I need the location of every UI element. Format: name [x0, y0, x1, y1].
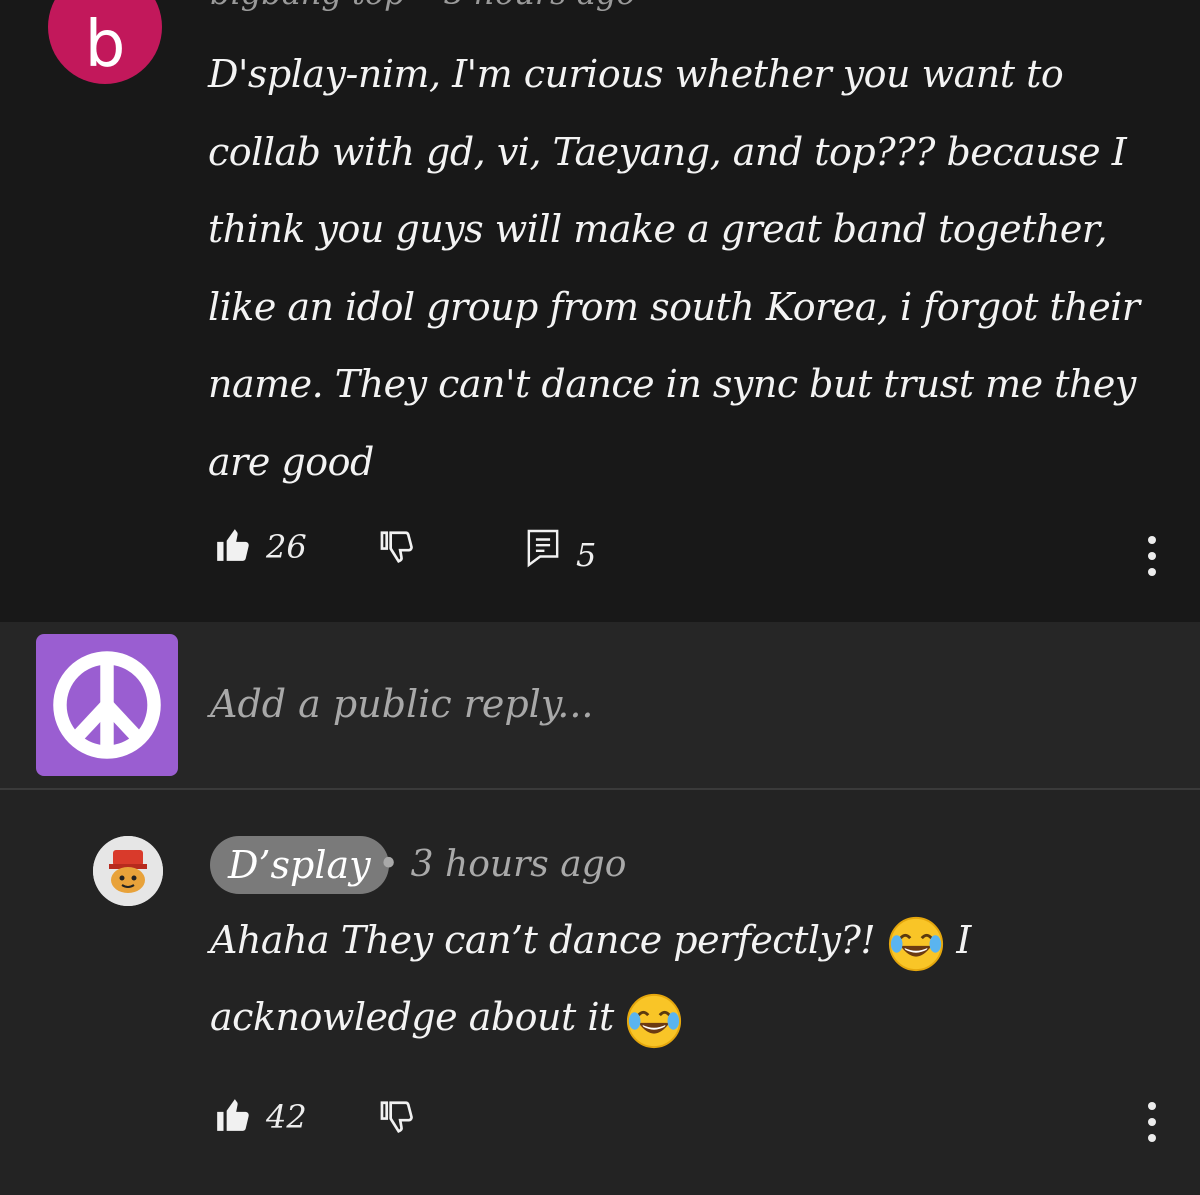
thumbs-up-icon [214, 526, 252, 568]
dislike-button[interactable] [378, 1098, 416, 1140]
reply-button[interactable]: 5 [526, 526, 596, 574]
thumbs-up-icon [214, 1096, 252, 1138]
author-name: D’splay [228, 843, 371, 887]
avatar-letter: b [84, 8, 126, 82]
reply-input-bar: Add a public reply... [0, 622, 1200, 790]
reply-meta: • 3 hours ago [378, 844, 627, 885]
like-count: 26 [266, 528, 307, 566]
thumbs-down-icon [378, 1098, 416, 1140]
comment-icon [526, 528, 560, 572]
face-with-tears-of-joy-icon [887, 915, 945, 973]
reply-input[interactable]: Add a public reply... [210, 682, 594, 726]
comment-thread: b bigbang top • 3 hours ago D'splay-nim,… [0, 0, 1200, 622]
peace-sign-icon [36, 634, 178, 776]
comment-text: D'splay-nim, I'm curious whether you wan… [208, 52, 1140, 484]
comment-actions: 26 5 [0, 526, 1200, 586]
like-button[interactable]: 42 [214, 1096, 307, 1138]
comment-meta: bigbang top • 3 hours ago [210, 0, 636, 12]
author-chip[interactable]: D’splay [210, 836, 389, 894]
avatar[interactable]: b [48, 0, 162, 84]
reply-item: D’splay • 3 hours ago Ahaha They can’t d… [0, 790, 1200, 1195]
reply-text: Ahaha They can’t dance perfectly?! I ack… [210, 902, 1150, 1056]
reply-text-part1: Ahaha They can’t dance perfectly?! [210, 918, 876, 962]
like-button[interactable]: 26 [214, 526, 307, 568]
dislike-button[interactable] [378, 528, 416, 570]
face-with-tears-of-joy-icon [625, 992, 683, 1050]
avatar[interactable] [93, 836, 163, 906]
more-vert-icon[interactable] [1148, 1102, 1156, 1142]
reply-count: 5 [576, 536, 597, 574]
like-count: 42 [266, 1098, 307, 1136]
more-vert-icon[interactable] [1148, 536, 1156, 576]
thumbs-down-icon [378, 528, 416, 570]
reply-actions: 42 [0, 1096, 1200, 1156]
